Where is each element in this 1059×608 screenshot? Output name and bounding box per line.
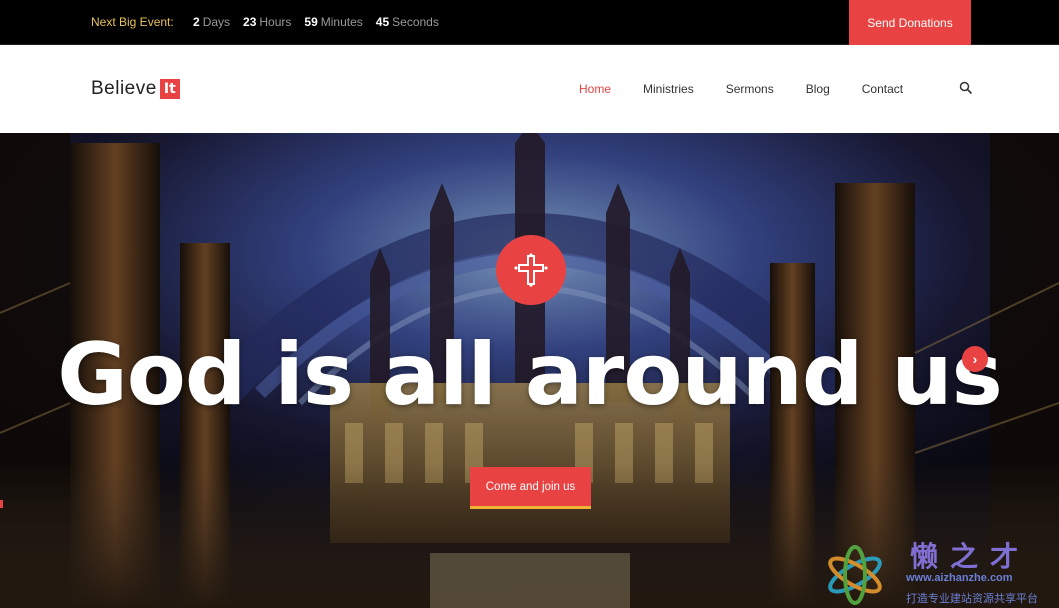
top-event-bar: Next Big Event: 2 Days 23 Hours 59 Minutes … — [0, 0, 1059, 45]
logo-badge: It — [159, 79, 180, 99]
nav-item-contact[interactable]: Contact — [862, 82, 903, 96]
countdown-seconds: 45 Seconds — [375, 15, 439, 29]
countdown-days: 2 Days — [193, 15, 231, 29]
watermark-title: 懒之才 — [910, 540, 1031, 573]
nav-item-ministries[interactable]: Ministries — [643, 82, 694, 96]
logo-text: Believe — [91, 78, 157, 99]
join-us-button[interactable]: Come and join us — [470, 467, 591, 509]
watermark-subtitle: 打造专业建站资源共享平台 — [906, 592, 1038, 605]
countdown: 2 Days 23 Hours 59 Minutes 45 Seconds — [193, 15, 439, 29]
nav-item-sermons[interactable]: Sermons — [726, 82, 774, 96]
send-donations-button[interactable]: Send Donations — [849, 0, 971, 45]
site-header: Believe It Home Ministries Sermons Blog … — [0, 45, 1059, 133]
slider-edge-marker — [0, 500, 3, 508]
cross-icon — [496, 235, 566, 305]
countdown-minutes: 59 Minutes — [304, 15, 363, 29]
site-logo[interactable]: Believe It — [91, 78, 180, 100]
nav-item-blog[interactable]: Blog — [806, 82, 830, 96]
search-icon[interactable] — [959, 81, 973, 95]
countdown-hours: 23 Hours — [243, 15, 292, 29]
event-label: Next Big Event: — [91, 15, 174, 29]
watermark-url: www.aizhanzhe.com — [906, 572, 1013, 584]
hero-title: God is all around us — [57, 325, 1003, 425]
main-nav: Home Ministries Sermons Blog Contact — [579, 82, 935, 96]
nav-item-home[interactable]: Home — [579, 82, 611, 96]
chevron-right-icon[interactable]: › — [962, 346, 988, 372]
